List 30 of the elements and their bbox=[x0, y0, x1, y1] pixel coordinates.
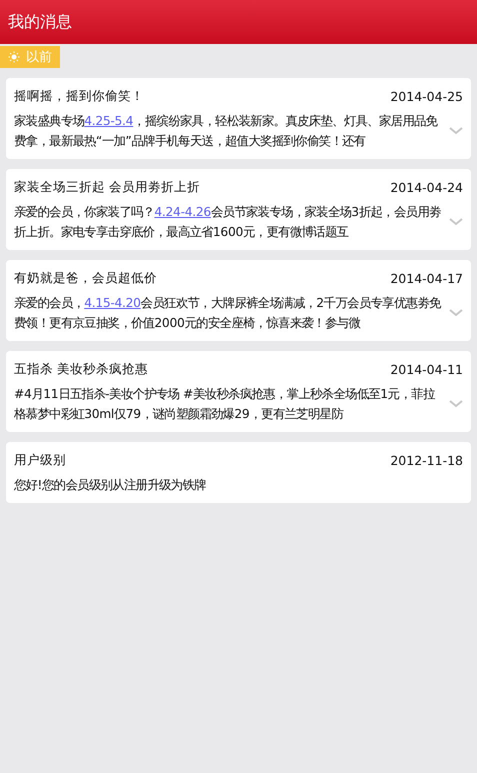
date-link[interactable]: 4.24-4.26 bbox=[154, 205, 211, 219]
date-link[interactable]: 4.15-4.20 bbox=[84, 296, 141, 310]
message-body: 您好!您的会员级别从注册升级为铁牌 bbox=[14, 477, 207, 494]
chevron-down-icon[interactable] bbox=[449, 400, 463, 408]
message-body: 亲爱的会员，你家装了吗？4.24-4.26会员节家装专场，家装全场3折起，会员用劵折上折。家电专享击穿底价，最高立省1600元，更有微博话题互 bbox=[14, 204, 441, 241]
message-title: 有奶就是爸，会员超低价 bbox=[14, 270, 157, 287]
message-card[interactable]: 用户级别 2012-11-18 您好!您的会员级别从注册升级为铁牌 bbox=[6, 442, 471, 503]
message-date: 2014-04-11 bbox=[390, 362, 463, 377]
message-date: 2012-11-18 bbox=[390, 453, 463, 468]
message-date: 2014-04-24 bbox=[390, 180, 463, 195]
message-title: 摇啊摇，摇到你偷笑！ bbox=[14, 88, 144, 105]
message-body: 家装盛典专场4.25-5.4，摇缤纷家具，轻松装新家。真皮床垫、灯具、家居用品免费拿，最新最热“一加”品牌手机每天送，超值大奖摇到你偷笑！还有 bbox=[14, 113, 439, 150]
message-body: 亲爱的会员，4.15-4.20会员狂欢节，大牌尿裤全场满减，2千万会员专享优惠劵免费领！更有京豆抽奖，价值2000元的安全座椅，惊喜来袭！参与微 bbox=[14, 295, 441, 332]
message-title: 五指杀 美妆秒杀疯抢惠 bbox=[14, 361, 148, 378]
message-card[interactable]: 家装全场三折起 会员用劵折上折 2014-04-24 亲爱的会员，你家装了吗？4.24-4.26会员节家装专场，家装全场3折起，会员用劵折上折。家电专享击穿底价，最高立省1600元，更有微博话题互 bbox=[6, 169, 471, 250]
chevron-down-icon[interactable] bbox=[449, 309, 463, 317]
message-title: 用户级别 bbox=[14, 452, 66, 469]
section-label: 以前 bbox=[26, 49, 52, 66]
message-card[interactable]: 摇啊摇，摇到你偷笑！ 2014-04-25 家装盛典专场4.25-5.4，摇缤纷家具，轻松装新家。真皮床垫、灯具、家居用品免费拿，最新最热“一加”品牌手机每天送，超值大奖摇到你偷笑！还有 bbox=[6, 78, 471, 159]
message-card[interactable]: 有奶就是爸，会员超低价 2014-04-17 亲爱的会员，4.15-4.20会员狂欢节，大牌尿裤全场满减，2千万会员专享优惠劵免费领！更有京豆抽奖，价值2000元的安全座椅，惊喜来袭！参与微 bbox=[6, 260, 471, 341]
message-title: 家装全场三折起 会员用劵折上折 bbox=[14, 179, 200, 196]
page-title: 我的消息 bbox=[8, 12, 72, 32]
sun-icon bbox=[8, 51, 20, 63]
message-card[interactable]: 五指杀 美妆秒杀疯抢惠 2014-04-11 #4月11日五指杀-美妆个护专场 #美妆秒杀疯抢惠，掌上秒杀全场低至1元，菲拉格慕梦中彩虹30ml仅79，谜尚塑颜霜劲爆29，更有兰芝明星防 bbox=[6, 351, 471, 432]
chevron-down-icon[interactable] bbox=[449, 218, 463, 226]
message-body: #4月11日五指杀-美妆个护专场 #美妆秒杀疯抢惠，掌上秒杀全场低至1元，菲拉格慕梦中彩虹30ml仅79，谜尚塑颜霜劲爆29，更有兰芝明星防 bbox=[14, 386, 436, 423]
date-link[interactable]: 4.25-5.4 bbox=[84, 114, 134, 128]
chevron-down-icon[interactable] bbox=[449, 127, 463, 135]
message-date: 2014-04-17 bbox=[390, 271, 463, 286]
message-date: 2014-04-25 bbox=[390, 89, 463, 104]
